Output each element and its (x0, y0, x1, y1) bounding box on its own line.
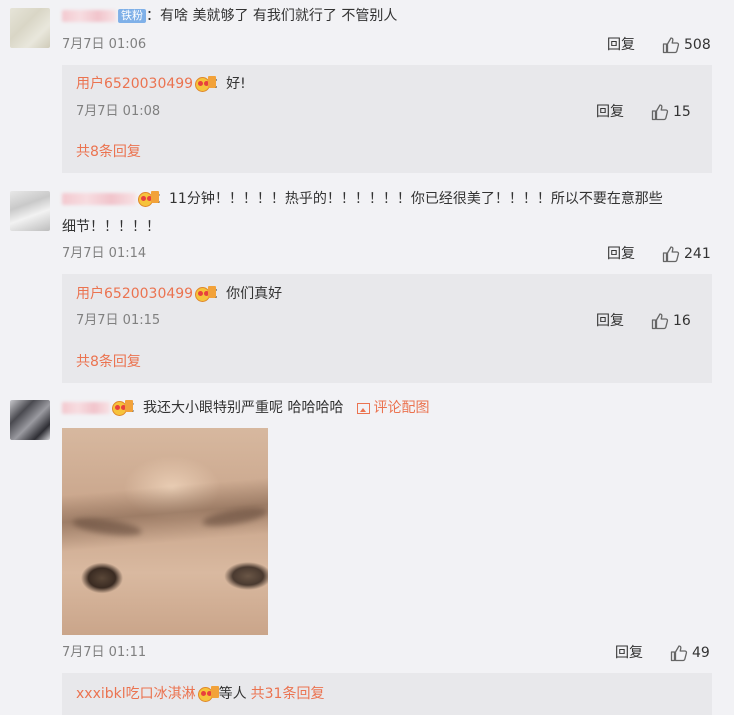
like-count: 16 (673, 313, 691, 329)
sub-like-button[interactable]: 15 (651, 103, 691, 121)
comment-text: 细节！！！！！ (62, 219, 160, 235)
sub-reply-username[interactable]: 用户6520030499 (76, 76, 193, 92)
fan-badge: 铁粉 (118, 9, 146, 23)
picture-icon (357, 402, 371, 414)
comment-time: 7月7日 01:06 (62, 37, 147, 52)
like-count: 241 (684, 246, 711, 262)
like-button[interactable]: 49 (670, 644, 710, 662)
heart-eyes-badge-icon (194, 286, 217, 302)
sub-reply-username[interactable]: 用户6520030499 (76, 286, 193, 302)
like-count: 49 (692, 645, 710, 661)
comment-photo[interactable] (62, 428, 268, 635)
username-blurred[interactable] (62, 193, 136, 205)
reply-button[interactable]: 回复 (615, 644, 643, 662)
sub-like-button[interactable]: 16 (651, 312, 691, 330)
like-button[interactable]: 241 (662, 245, 711, 263)
thumbs-up-icon (651, 313, 669, 330)
more-replies-link[interactable]: 共8条回复 (76, 143, 141, 161)
comment-body: ：我还大小眼特别严重呢 哈哈哈哈 评论配图 (62, 398, 429, 418)
sub-reply-body: 用户6520030499 ：你们真好 (76, 284, 282, 304)
like-count: 15 (673, 104, 691, 120)
thumbs-up-icon (670, 645, 688, 662)
comment-text: ：11分钟！！！！！热乎的！！！！！！你已经很美了！！！！所以不要在意那些 (155, 191, 663, 207)
reply-button[interactable]: 回复 (607, 245, 635, 263)
heart-eyes-badge-icon (137, 191, 159, 207)
comment-body-continued: 细节！！！！！ (62, 217, 160, 237)
like-count: 508 (684, 37, 711, 53)
comment-time: 7月7日 01:11 (62, 645, 147, 660)
sub-reply-time: 7月7日 01:15 (76, 313, 161, 328)
username-blurred[interactable] (62, 402, 110, 414)
sub-reply-body: 用户6520030499 ：好! (76, 74, 246, 94)
heart-eyes-badge-icon (111, 400, 133, 416)
comment-picture-link[interactable]: 评论配图 (373, 400, 429, 416)
more-replies-link[interactable]: 共8条回复 (76, 353, 141, 371)
sub-reply-text: ：好! (212, 76, 246, 92)
sub-reply-username[interactable]: xxxibkl吃口冰淇淋 (76, 686, 196, 702)
heart-eyes-badge-icon (197, 686, 219, 702)
sub-reply-button[interactable]: 回复 (596, 312, 624, 330)
more-replies-link[interactable]: 共31条回复 (251, 686, 325, 702)
comment-body: 铁粉 ：有啥 美就够了 有我们就行了 不管别人 (62, 6, 397, 26)
reply-button[interactable]: 回复 (607, 36, 635, 54)
comment-text: ：有啥 美就够了 有我们就行了 不管别人 (146, 8, 398, 24)
thumbs-up-icon (651, 104, 669, 121)
thumbs-up-icon (662, 246, 680, 263)
sub-reply-box: 用户6520030499 ：好! 7月7日 01:08 回复 15 共8条回复 (62, 65, 712, 173)
thumbs-up-icon (662, 37, 680, 54)
sub-reply-button[interactable]: 回复 (596, 103, 624, 121)
sub-reply-box: 用户6520030499 ：你们真好 7月7日 01:15 回复 16 共8条回复 (62, 274, 712, 383)
avatar[interactable] (10, 8, 50, 48)
comment-text: ：我还大小眼特别严重呢 哈哈哈哈 (129, 400, 344, 416)
comment-time: 7月7日 01:14 (62, 246, 147, 261)
heart-eyes-badge-icon (194, 76, 217, 92)
sub-reply-box: xxxibkl吃口冰淇淋 等人 共31条回复 (62, 673, 712, 715)
sub-reply-text: ：你们真好 (212, 286, 283, 302)
sub-reply-suffix: 等人 (218, 686, 247, 702)
username-blurred[interactable] (62, 10, 116, 22)
avatar[interactable] (10, 400, 50, 440)
avatar[interactable] (10, 191, 50, 231)
like-button[interactable]: 508 (662, 36, 711, 54)
sub-reply-summary: xxxibkl吃口冰淇淋 等人 共31条回复 (76, 684, 324, 704)
sub-reply-time: 7月7日 01:08 (76, 104, 161, 119)
comment-body: ：11分钟！！！！！热乎的！！！！！！你已经很美了！！！！所以不要在意那些 (62, 189, 663, 209)
